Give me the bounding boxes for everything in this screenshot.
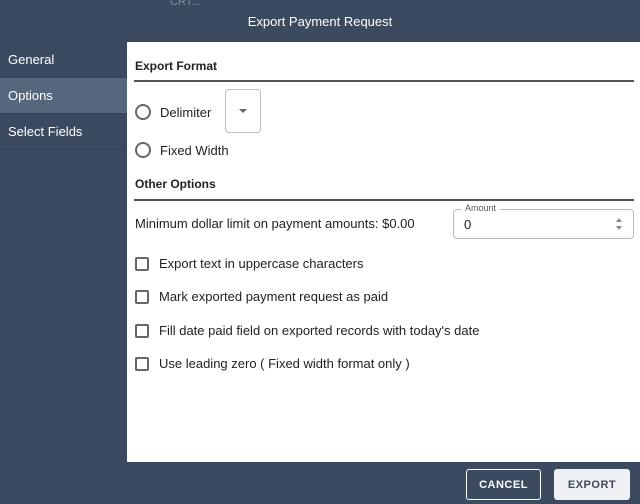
dialog-title-bar: CRT... Export Payment Request <box>0 0 640 42</box>
sidebar-item-label: Options <box>8 88 53 103</box>
sidebar-item-options[interactable]: Options <box>0 78 127 114</box>
section-divider <box>134 80 634 82</box>
stepper-up-icon[interactable] <box>616 218 622 222</box>
options-panel: Export Format Delimiter Fixed Width Othe… <box>127 42 640 462</box>
stepper-down-icon[interactable] <box>616 226 622 230</box>
checkbox-uppercase[interactable]: Export text in uppercase characters <box>135 256 364 271</box>
export-format-heading: Export Format <box>135 59 218 73</box>
minimum-dollar-label: Minimum dollar limit on payment amounts:… <box>135 216 415 231</box>
cancel-button[interactable]: CANCEL <box>466 469 541 500</box>
amount-stepper[interactable] <box>615 218 623 230</box>
radio-label: Fixed Width <box>160 142 229 158</box>
sidebar-item-label: General <box>8 52 55 67</box>
radio-fixed-width[interactable]: Fixed Width <box>135 142 229 158</box>
checkbox-label: Use leading zero ( Fixed width format on… <box>159 356 410 371</box>
checkbox-box-icon[interactable] <box>135 356 149 371</box>
checkbox-label: Mark exported payment request as paid <box>159 289 389 304</box>
amount-label: Amount <box>461 203 501 213</box>
amount-value[interactable]: 0 <box>464 217 471 232</box>
checkbox-fill-date-paid[interactable]: Fill date paid field on exported records… <box>135 323 479 338</box>
sidebar-item-general[interactable]: General <box>0 42 127 78</box>
sidebar: General Options Select Fields <box>0 42 127 462</box>
dialog-title: Export Payment Request <box>247 13 393 29</box>
dialog-footer: CANCEL EXPORT <box>0 462 640 504</box>
other-options-heading: Other Options <box>135 177 216 191</box>
sidebar-item-select-fields[interactable]: Select Fields <box>0 114 127 150</box>
checkbox-box-icon[interactable] <box>135 289 149 304</box>
checkbox-label: Export text in uppercase characters <box>159 256 364 271</box>
delimiter-dropdown[interactable] <box>225 89 261 133</box>
radio-circle-icon[interactable] <box>135 104 151 120</box>
amount-input[interactable]: Amount 0 <box>453 203 634 239</box>
checkbox-mark-paid[interactable]: Mark exported payment request as paid <box>135 289 388 304</box>
checkbox-label: Fill date paid field on exported records… <box>159 323 480 338</box>
checkbox-box-icon[interactable] <box>135 256 149 271</box>
radio-circle-icon[interactable] <box>135 142 151 158</box>
radio-label: Delimiter <box>160 104 212 120</box>
checkbox-box-icon[interactable] <box>135 323 149 338</box>
chevron-down-icon <box>239 109 247 113</box>
sidebar-item-label: Select Fields <box>8 124 83 139</box>
radio-delimiter[interactable]: Delimiter <box>135 104 211 120</box>
checkbox-leading-zero[interactable]: Use leading zero ( Fixed width format on… <box>135 356 410 371</box>
section-divider <box>134 199 634 201</box>
export-button[interactable]: EXPORT <box>554 469 630 500</box>
background-window-text: CRT... <box>170 0 201 8</box>
